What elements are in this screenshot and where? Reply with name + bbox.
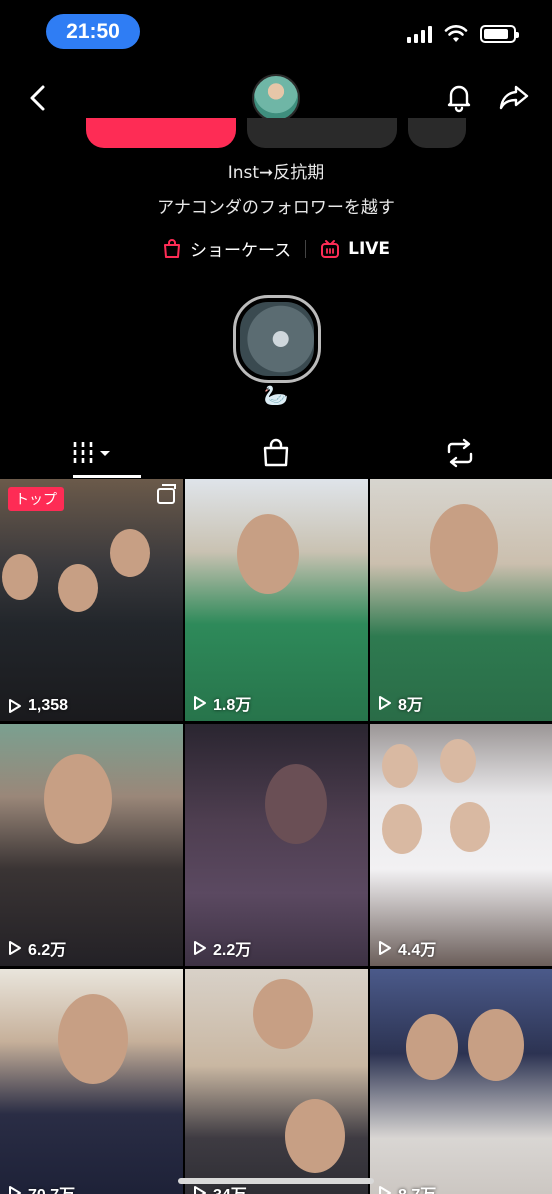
bell-icon[interactable] xyxy=(442,80,476,114)
view-count-text: 8.7万 xyxy=(398,1181,436,1194)
view-count-text: 70.7万 xyxy=(28,1181,75,1194)
tab-videos[interactable] xyxy=(0,428,184,478)
tab-reposts[interactable] xyxy=(368,428,552,478)
view-count: 8万 xyxy=(378,691,423,715)
home-indicator[interactable] xyxy=(178,1178,374,1184)
status-bar: 21:50 xyxy=(0,0,552,64)
video-thumbnail[interactable]: 34万 xyxy=(185,969,368,1194)
play-icon xyxy=(9,1186,21,1194)
grid-icon xyxy=(73,442,110,464)
profile-links: ショーケース LIVE xyxy=(0,236,552,261)
view-count-text: 6.2万 xyxy=(28,942,67,959)
status-icons xyxy=(407,25,519,43)
showcase-link[interactable]: ショーケース xyxy=(162,236,291,261)
view-count: 4.4万 xyxy=(378,936,436,960)
shopping-bag-icon xyxy=(163,238,180,258)
wifi-icon xyxy=(444,25,468,42)
view-count: 70.7万 xyxy=(8,1181,75,1194)
repost-icon xyxy=(447,438,473,468)
view-count-text: 8万 xyxy=(398,697,423,714)
live-link[interactable]: LIVE xyxy=(320,239,390,259)
view-count-text: 4.4万 xyxy=(398,942,437,959)
shopping-bag-icon xyxy=(263,438,289,467)
video-grid: トップ 1,358 1.8万 8万 6.2万 2.2万 4.4万 xyxy=(0,479,552,1194)
profile-avatar[interactable] xyxy=(252,74,300,122)
view-count: 6.2万 xyxy=(8,936,66,960)
video-thumbnail[interactable]: 6.2万 xyxy=(0,724,183,966)
content-tabs xyxy=(0,428,552,478)
message-button[interactable] xyxy=(247,118,397,148)
more-button[interactable] xyxy=(408,118,466,148)
video-thumbnail[interactable]: 8.7万 xyxy=(370,969,552,1194)
showcase-label: ショーケース xyxy=(189,241,292,261)
bio-line-1: Inst➞反抗期 xyxy=(227,163,325,183)
video-thumbnail[interactable]: 2.2万 xyxy=(185,724,368,966)
view-count: 2.2万 xyxy=(193,936,251,960)
highlight-thumbnail xyxy=(240,302,314,376)
play-icon xyxy=(194,696,206,710)
live-tv-icon xyxy=(321,239,340,258)
view-count: 1.8万 xyxy=(193,691,251,715)
video-thumbnail[interactable]: 1.8万 xyxy=(185,479,368,721)
back-icon[interactable] xyxy=(22,82,54,114)
video-thumbnail[interactable]: トップ 1,358 xyxy=(0,479,183,721)
view-count: 1,358 xyxy=(8,697,68,715)
follow-button[interactable] xyxy=(86,118,236,148)
play-icon xyxy=(379,941,391,955)
top-badge: トップ xyxy=(8,487,64,511)
play-icon xyxy=(194,941,206,955)
video-thumbnail[interactable]: 4.4万 xyxy=(370,724,552,966)
cellular-signal-icon xyxy=(407,25,432,43)
play-icon xyxy=(9,941,21,955)
story-highlight[interactable] xyxy=(233,295,321,383)
bio-line-2: アナコンダのフォロワーを越す xyxy=(157,198,395,218)
link-divider xyxy=(305,239,307,258)
multi-photo-icon xyxy=(157,484,176,504)
play-icon xyxy=(379,696,391,710)
tab-shop[interactable] xyxy=(184,428,368,478)
active-tab-indicator xyxy=(73,475,141,478)
highlight-label: 🦢 xyxy=(263,383,289,407)
view-count-text: 1,358 xyxy=(28,697,69,714)
live-label: LIVE xyxy=(348,238,391,259)
play-icon xyxy=(194,1186,206,1194)
view-count-text: 2.2万 xyxy=(213,942,252,959)
share-icon[interactable] xyxy=(497,80,531,114)
play-icon xyxy=(379,1186,391,1194)
view-count: 8.7万 xyxy=(378,1181,436,1194)
play-icon xyxy=(9,699,21,713)
battery-icon xyxy=(480,25,519,43)
video-thumbnail[interactable]: 70.7万 xyxy=(0,969,183,1194)
status-time[interactable]: 21:50 xyxy=(46,14,140,49)
video-thumbnail[interactable]: 8万 xyxy=(370,479,552,721)
view-count-text: 1.8万 xyxy=(213,697,252,714)
